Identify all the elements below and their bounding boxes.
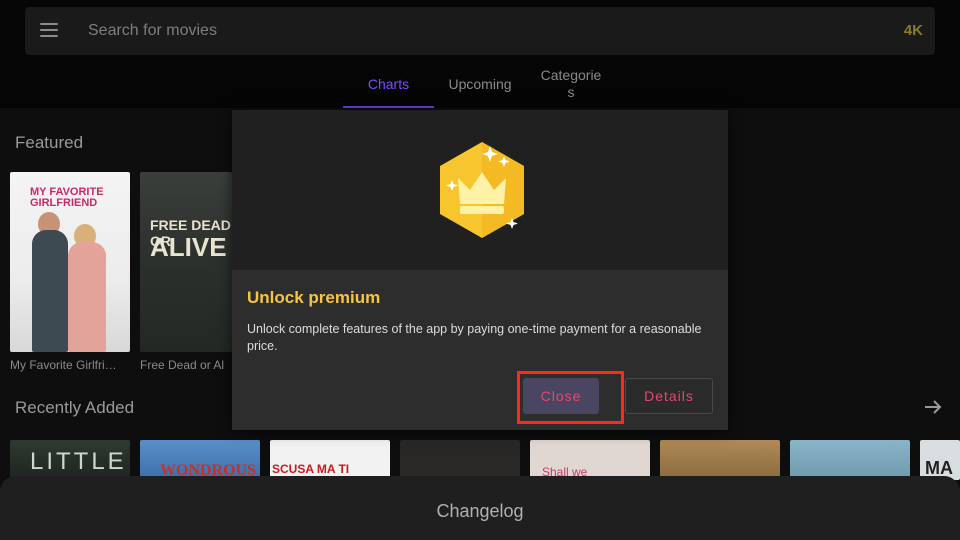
- poster-figure: [32, 230, 68, 352]
- featured-poster-1[interactable]: MY FAVORITE GIRLFRIEND: [10, 172, 130, 352]
- poster-caption: Free Dead or Al: [140, 358, 225, 372]
- arrow-right-icon[interactable]: [922, 396, 944, 418]
- changelog-title: Changelog: [436, 501, 524, 521]
- tab-upcoming[interactable]: Upcoming: [434, 62, 526, 108]
- recent-poster[interactable]: LITTLE: [10, 440, 130, 480]
- poster-title: MY FAVORITE GIRLFRIEND: [30, 186, 104, 209]
- poster-caption: My Favorite Girlfri…: [10, 358, 117, 372]
- recent-poster[interactable]: Shall we: [530, 440, 650, 480]
- recent-poster[interactable]: [790, 440, 910, 480]
- dialog-message: Unlock complete features of the app by p…: [247, 322, 702, 353]
- recently-added-title: Recently Added: [15, 398, 135, 417]
- dialog-header: [232, 110, 728, 270]
- poster-figure: [68, 242, 106, 352]
- recent-poster[interactable]: [660, 440, 780, 480]
- featured-title: Featured: [15, 133, 84, 152]
- featured-poster-2[interactable]: FREE DEAD OR ALIVE: [140, 172, 232, 352]
- recent-poster[interactable]: WONDROUS: [140, 440, 260, 480]
- close-button-highlight: [517, 371, 624, 424]
- poster-title: LITTLE: [30, 448, 127, 475]
- unlock-premium-dialog: Unlock premium Unlock complete features …: [232, 110, 728, 430]
- premium-crown-icon: [440, 142, 524, 238]
- tab-categories[interactable]: Categorie s: [526, 62, 616, 108]
- details-button[interactable]: Details: [625, 378, 713, 414]
- dialog-title: Unlock premium: [247, 288, 381, 307]
- search-bar: 4K: [25, 7, 935, 55]
- hamburger-menu-icon[interactable]: [40, 23, 58, 37]
- tab-charts[interactable]: Charts: [343, 62, 434, 108]
- recent-poster[interactable]: SCUSA MA TI CHIAMO: [270, 440, 390, 480]
- poster-title: ALIVE: [150, 232, 227, 262]
- changelog-sheet[interactable]: Changelog: [0, 476, 960, 540]
- 4k-badge[interactable]: 4K: [904, 22, 923, 39]
- recent-poster[interactable]: [400, 440, 520, 480]
- search-input[interactable]: [88, 17, 688, 45]
- recent-poster[interactable]: MA: [920, 440, 960, 480]
